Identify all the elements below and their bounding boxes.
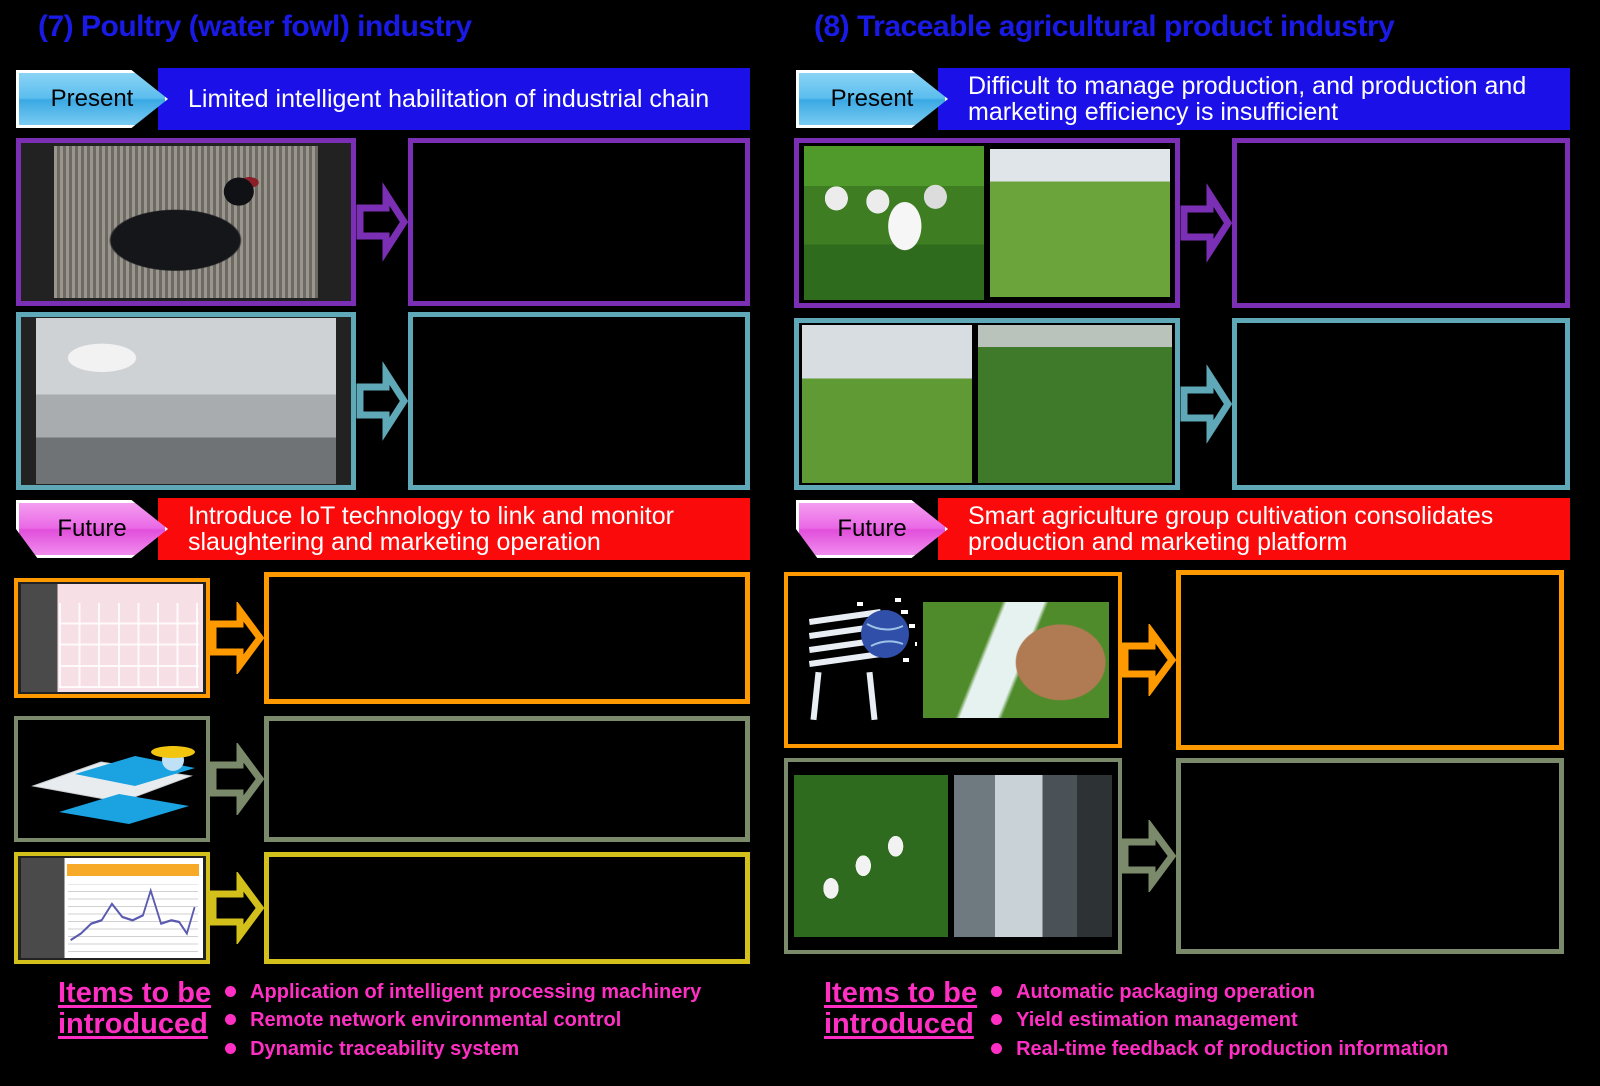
list-item: Application of intelligent processing ma… <box>225 978 701 1006</box>
items-to-be-introduced-traceable: Items to be introduced Automatic packagi… <box>824 977 1448 1063</box>
bullet-dot-icon <box>225 1042 237 1054</box>
poultry-system-screenshot-box <box>14 578 210 698</box>
present-row-1-text-traceable <box>1232 138 1570 308</box>
vegetable-field-rows-photo <box>990 149 1170 297</box>
bullet-dot-icon <box>225 1014 237 1026</box>
items-to-be-introduced-poultry: Items to be introduced Application of in… <box>58 977 701 1063</box>
present-tag-wrap-traceable: Present <box>796 68 956 130</box>
future-tag-poultry: Future <box>16 500 168 558</box>
cloud-platform-farmer-illustration <box>31 746 195 824</box>
bullet-dot-icon <box>225 986 237 997</box>
future-row-3-poultry <box>14 850 750 966</box>
item-text: Application of intelligent processing ma… <box>250 981 702 1003</box>
arrow-right-olive-icon <box>1122 820 1176 892</box>
arrow-right-orange-icon <box>210 602 264 674</box>
list-item: Automatic packaging operation <box>991 978 1448 1006</box>
present-statement-poultry: Limited intelligent habilitation of indu… <box>158 68 750 130</box>
traceable-agriculture-column: (8) Traceable agricultural product indus… <box>780 0 1600 1086</box>
present-row-2-text-traceable <box>1232 318 1570 490</box>
item-text: Automatic packaging operation <box>1016 981 1316 1003</box>
dairy-cattle-grazing-photo <box>794 775 948 937</box>
arrow-right-purple-icon <box>356 182 408 262</box>
future-statement-poultry: Introduce IoT technology to link and mon… <box>158 498 750 560</box>
future-banner-traceable: Future Smart agriculture group cultivati… <box>796 498 1570 560</box>
present-row-2-text-poultry <box>408 312 750 490</box>
arrow-right-purple-icon <box>1180 183 1232 263</box>
iot-smart-agri-photo-box <box>784 572 1122 748</box>
trend-chart-screenshot-box <box>14 852 210 964</box>
page-title-traceable: (8) Traceable agricultural product indus… <box>814 10 1395 43</box>
list-item: Remote network environmental control <box>225 1006 701 1034</box>
items-list-traceable: Automatic packaging operation Yield esti… <box>987 978 1448 1063</box>
items-label-traceable: Items to be introduced <box>824 977 978 1041</box>
harvest-logistics-photo-box <box>794 318 1180 490</box>
list-item: Yield estimation management <box>991 1006 1448 1034</box>
arrow-right-yellow-icon <box>210 872 264 944</box>
duck-photo-box <box>16 138 356 306</box>
packing-facility-interior-photo <box>954 775 1112 937</box>
future-row-1-text-poultry <box>264 572 750 704</box>
future-tag-traceable: Future <box>796 500 948 558</box>
arrow-right-olive-icon <box>210 743 264 815</box>
future-tag-wrap-traceable: Future <box>796 498 956 560</box>
future-row-3-text-poultry <box>264 852 750 964</box>
vegetable-farmers-group-photo <box>804 146 984 300</box>
items-label-line2-traceable: introduced <box>824 1008 974 1041</box>
present-row-1-traceable <box>794 138 1570 308</box>
present-row-2-traceable <box>794 318 1570 490</box>
present-banner-poultry: Present Limited intelligent habilitation… <box>16 68 750 130</box>
item-text: Remote network environmental control <box>250 1009 622 1032</box>
present-statement-traceable: Difficult to manage production, and prod… <box>938 68 1570 130</box>
present-row-1-poultry <box>16 138 750 306</box>
poultry-management-web-system-screenshot <box>21 584 203 692</box>
black-water-fowl-in-cage-photo <box>54 146 318 298</box>
cloud-platform-illustration-box <box>14 716 210 842</box>
iot-cloud-globe-illustration <box>808 598 917 721</box>
list-item: Dynamic traceability system <box>225 1035 701 1063</box>
future-row-2-text-traceable <box>1176 758 1564 954</box>
arrow-right-orange-icon <box>1122 624 1176 696</box>
harvest-loading-truck-photo <box>802 325 972 483</box>
present-banner-traceable: Present Difficult to manage production, … <box>796 68 1570 130</box>
future-statement-traceable: Smart agriculture group cultivation cons… <box>938 498 1570 560</box>
present-tag-wrap-poultry: Present <box>16 68 176 130</box>
items-label-line1-poultry: Items to be <box>58 977 212 1009</box>
item-text: Real-time feedback of production informa… <box>1016 1037 1449 1060</box>
present-tag-traceable: Present <box>796 70 948 128</box>
item-text: Dynamic traceability system <box>250 1037 520 1060</box>
arrow-right-teal-icon <box>1180 364 1232 444</box>
items-list-poultry: Application of intelligent processing ma… <box>221 978 701 1063</box>
future-tag-wrap-poultry: Future <box>16 498 176 560</box>
future-row-2-traceable <box>784 758 1570 954</box>
present-row-1-text-poultry <box>408 138 750 306</box>
bullet-dot-icon <box>991 1042 1003 1054</box>
future-row-1-poultry <box>14 572 750 704</box>
items-label-line2-poultry: introduced <box>58 1008 208 1041</box>
farmers-field-photo-box <box>794 138 1180 308</box>
page-title-poultry: (7) Poultry (water fowl) industry <box>38 10 472 43</box>
production-trend-chart-screenshot <box>21 858 203 958</box>
poultry-industry-column: (7) Poultry (water fowl) industry Presen… <box>0 0 780 1086</box>
livestock-facility-photo-box <box>784 758 1122 954</box>
item-text: Yield estimation management <box>1016 1009 1298 1032</box>
bullet-dot-icon <box>991 986 1003 997</box>
arrow-right-teal-icon <box>356 361 408 441</box>
list-item: Real-time feedback of production informa… <box>991 1035 1448 1063</box>
items-label-line1-traceable: Items to be <box>824 977 978 1009</box>
present-row-2-poultry <box>16 312 750 490</box>
future-banner-poultry: Future Introduce IoT technology to link … <box>16 498 750 560</box>
present-tag-poultry: Present <box>16 70 168 128</box>
poultry-slaughter-line-worker-photo <box>36 318 336 484</box>
future-row-1-traceable <box>784 570 1570 750</box>
field-harvesting-workers-photo <box>978 325 1172 483</box>
slaughter-photo-box <box>16 312 356 490</box>
future-row-1-text-traceable <box>1176 570 1564 750</box>
bullet-dot-icon <box>991 1014 1003 1026</box>
hand-holding-smartphone-in-field-photo <box>923 602 1109 718</box>
future-row-2-text-poultry <box>264 716 750 842</box>
future-row-2-poultry <box>14 714 750 844</box>
items-label-poultry: Items to be introduced <box>58 977 212 1041</box>
